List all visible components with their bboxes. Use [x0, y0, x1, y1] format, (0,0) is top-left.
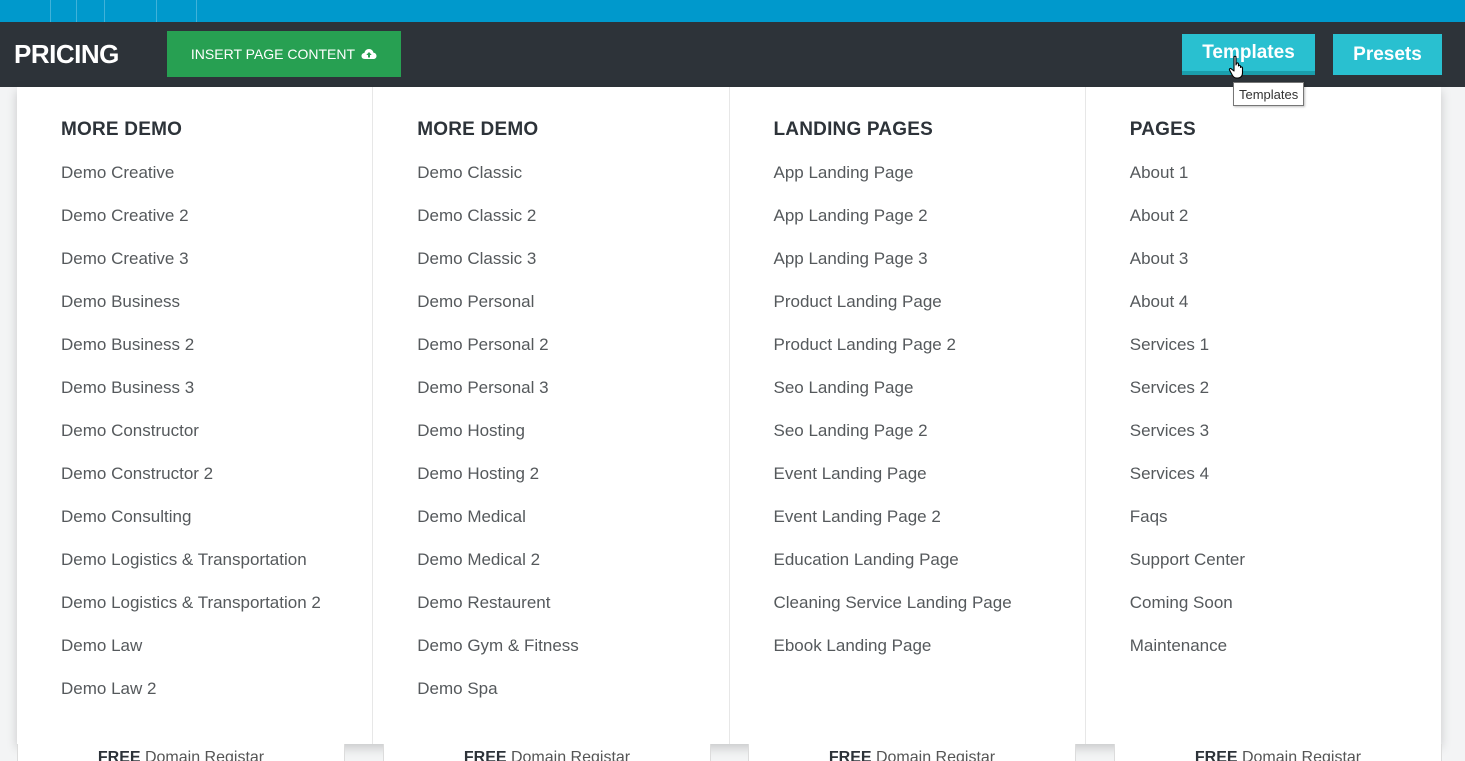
- template-menu-item[interactable]: Demo Law: [61, 637, 372, 680]
- card-feature-text: Domain Registar: [140, 749, 265, 761]
- templates-tooltip: Templates: [1233, 82, 1305, 106]
- template-menu-item[interactable]: Demo Business 2: [61, 336, 372, 379]
- insert-page-content-label: INSERT PAGE CONTENT: [190, 46, 356, 62]
- template-menu-item[interactable]: Demo Creative 3: [61, 250, 372, 293]
- template-menu-item[interactable]: Support Center: [1130, 551, 1441, 594]
- template-menu-item[interactable]: Demo Hosting: [417, 422, 728, 465]
- template-menu-item[interactable]: Seo Landing Page 2: [774, 422, 1085, 465]
- template-menu-item[interactable]: Demo Consulting: [61, 508, 372, 551]
- template-menu-item[interactable]: About 4: [1130, 293, 1441, 336]
- top-bar-divider: [104, 0, 105, 22]
- template-menu-item[interactable]: Coming Soon: [1130, 594, 1441, 637]
- template-menu-item[interactable]: Demo Creative 2: [61, 207, 372, 250]
- template-menu-item[interactable]: Demo Spa: [417, 680, 728, 723]
- template-menu-item[interactable]: App Landing Page 3: [774, 250, 1085, 293]
- template-menu-item[interactable]: Demo Classic 3: [417, 250, 728, 293]
- template-menu-item[interactable]: Demo Medical: [417, 508, 728, 551]
- template-menu-item[interactable]: Demo Hosting 2: [417, 465, 728, 508]
- template-menu-item[interactable]: App Landing Page: [774, 164, 1085, 207]
- column-heading: LANDING PAGES: [773, 119, 934, 140]
- card-feature-text: Domain Registar: [1237, 749, 1362, 761]
- card-free-label: FREE: [97, 749, 141, 761]
- top-bar-divider: [156, 0, 157, 22]
- template-menu-item[interactable]: Services 4: [1130, 465, 1441, 508]
- template-menu-item[interactable]: About 3: [1130, 250, 1441, 293]
- template-menu-item[interactable]: Demo Personal: [417, 293, 728, 336]
- top-bar-divider: [196, 0, 197, 22]
- template-menu-item[interactable]: Product Landing Page: [774, 293, 1085, 336]
- template-menu-item[interactable]: Seo Landing Page: [774, 379, 1085, 422]
- pricing-card: FREE Domain Registar: [17, 744, 345, 761]
- pricing-card: FREE Domain Registar: [748, 744, 1076, 761]
- template-menu-item[interactable]: Education Landing Page: [774, 551, 1085, 594]
- column-heading: MORE DEMO: [417, 119, 539, 140]
- template-menu-item[interactable]: Demo Business: [61, 293, 372, 336]
- menu-column-pages: PAGES About 1 About 2 About 3 About 4 Servic…: [1086, 87, 1441, 744]
- template-menu-item[interactable]: Demo Logistics & Transportation 2: [61, 594, 372, 637]
- template-menu-item[interactable]: Demo Creative: [61, 164, 372, 207]
- card-free-label: FREE: [1194, 749, 1238, 761]
- template-menu-item[interactable]: Demo Classic: [417, 164, 728, 207]
- template-menu-item[interactable]: Demo Logistics & Transportation: [61, 551, 372, 594]
- template-menu-item[interactable]: Demo Medical 2: [417, 551, 728, 594]
- page-title: PRICING: [14, 39, 119, 69]
- template-menu-item[interactable]: Cleaning Service Landing Page: [774, 594, 1085, 637]
- template-menu-item[interactable]: Services 3: [1130, 422, 1441, 465]
- template-menu-item[interactable]: Demo Restaurent: [417, 594, 728, 637]
- hand-cursor-icon: [1228, 55, 1244, 79]
- template-menu-item[interactable]: Demo Gym & Fitness: [417, 637, 728, 680]
- card-feature-text: Domain Registar: [871, 749, 996, 761]
- template-menu-item[interactable]: Event Landing Page 2: [774, 508, 1085, 551]
- card-feature-text: Domain Registar: [506, 749, 631, 761]
- pricing-card: FREE Domain Registar: [383, 744, 711, 761]
- templates-tab[interactable]: Templates: [1182, 34, 1315, 75]
- top-bar-divider: [76, 0, 77, 22]
- card-free-label: FREE: [828, 749, 872, 761]
- template-menu-item[interactable]: Ebook Landing Page: [774, 637, 1085, 680]
- pricing-cards-strip: FREE Domain Registar FREE Domain Regista…: [0, 744, 1465, 761]
- template-menu-item[interactable]: Maintenance: [1130, 637, 1441, 680]
- pricing-card: FREE Domain Registar: [1114, 744, 1442, 761]
- column-heading: MORE DEMO: [61, 119, 183, 140]
- template-menu-item[interactable]: Services 1: [1130, 336, 1441, 379]
- menu-column-more-demo-2: MORE DEMO Demo Classic Demo Classic 2 Demo…: [373, 87, 730, 744]
- template-menu-item[interactable]: App Landing Page 2: [774, 207, 1085, 250]
- template-menu-item[interactable]: About 1: [1130, 164, 1441, 207]
- column-heading: PAGES: [1129, 119, 1196, 140]
- template-menu-item[interactable]: Demo Personal 2: [417, 336, 728, 379]
- templates-dropdown-panel: MORE DEMO Demo Creative Demo Creative 2 De…: [17, 87, 1441, 744]
- menu-column-more-demo-1: MORE DEMO Demo Creative Demo Creative 2 De…: [17, 87, 374, 744]
- card-free-label: FREE: [463, 749, 507, 761]
- template-menu-item[interactable]: Demo Law 2: [61, 680, 372, 723]
- cloud-upload-icon: [361, 49, 377, 59]
- template-menu-item[interactable]: Demo Classic 2: [417, 207, 728, 250]
- top-bar-divider: [50, 0, 51, 22]
- template-menu-item[interactable]: Demo Personal 3: [417, 379, 728, 422]
- template-menu-item[interactable]: Product Landing Page 2: [774, 336, 1085, 379]
- template-menu-item[interactable]: Demo Business 3: [61, 379, 372, 422]
- template-menu-item[interactable]: Demo Constructor: [61, 422, 372, 465]
- presets-tab[interactable]: Presets: [1333, 34, 1442, 75]
- top-bar: [0, 0, 1465, 22]
- template-menu-item[interactable]: Services 2: [1130, 379, 1441, 422]
- template-menu-item[interactable]: Event Landing Page: [774, 465, 1085, 508]
- insert-page-content-button[interactable]: INSERT PAGE CONTENT: [167, 31, 401, 77]
- template-menu-item[interactable]: Faqs: [1130, 508, 1441, 551]
- template-menu-item[interactable]: Demo Constructor 2: [61, 465, 372, 508]
- template-menu-item[interactable]: About 2: [1130, 207, 1441, 250]
- menu-column-landing-pages: LANDING PAGES App Landing Page App Landin…: [730, 87, 1086, 744]
